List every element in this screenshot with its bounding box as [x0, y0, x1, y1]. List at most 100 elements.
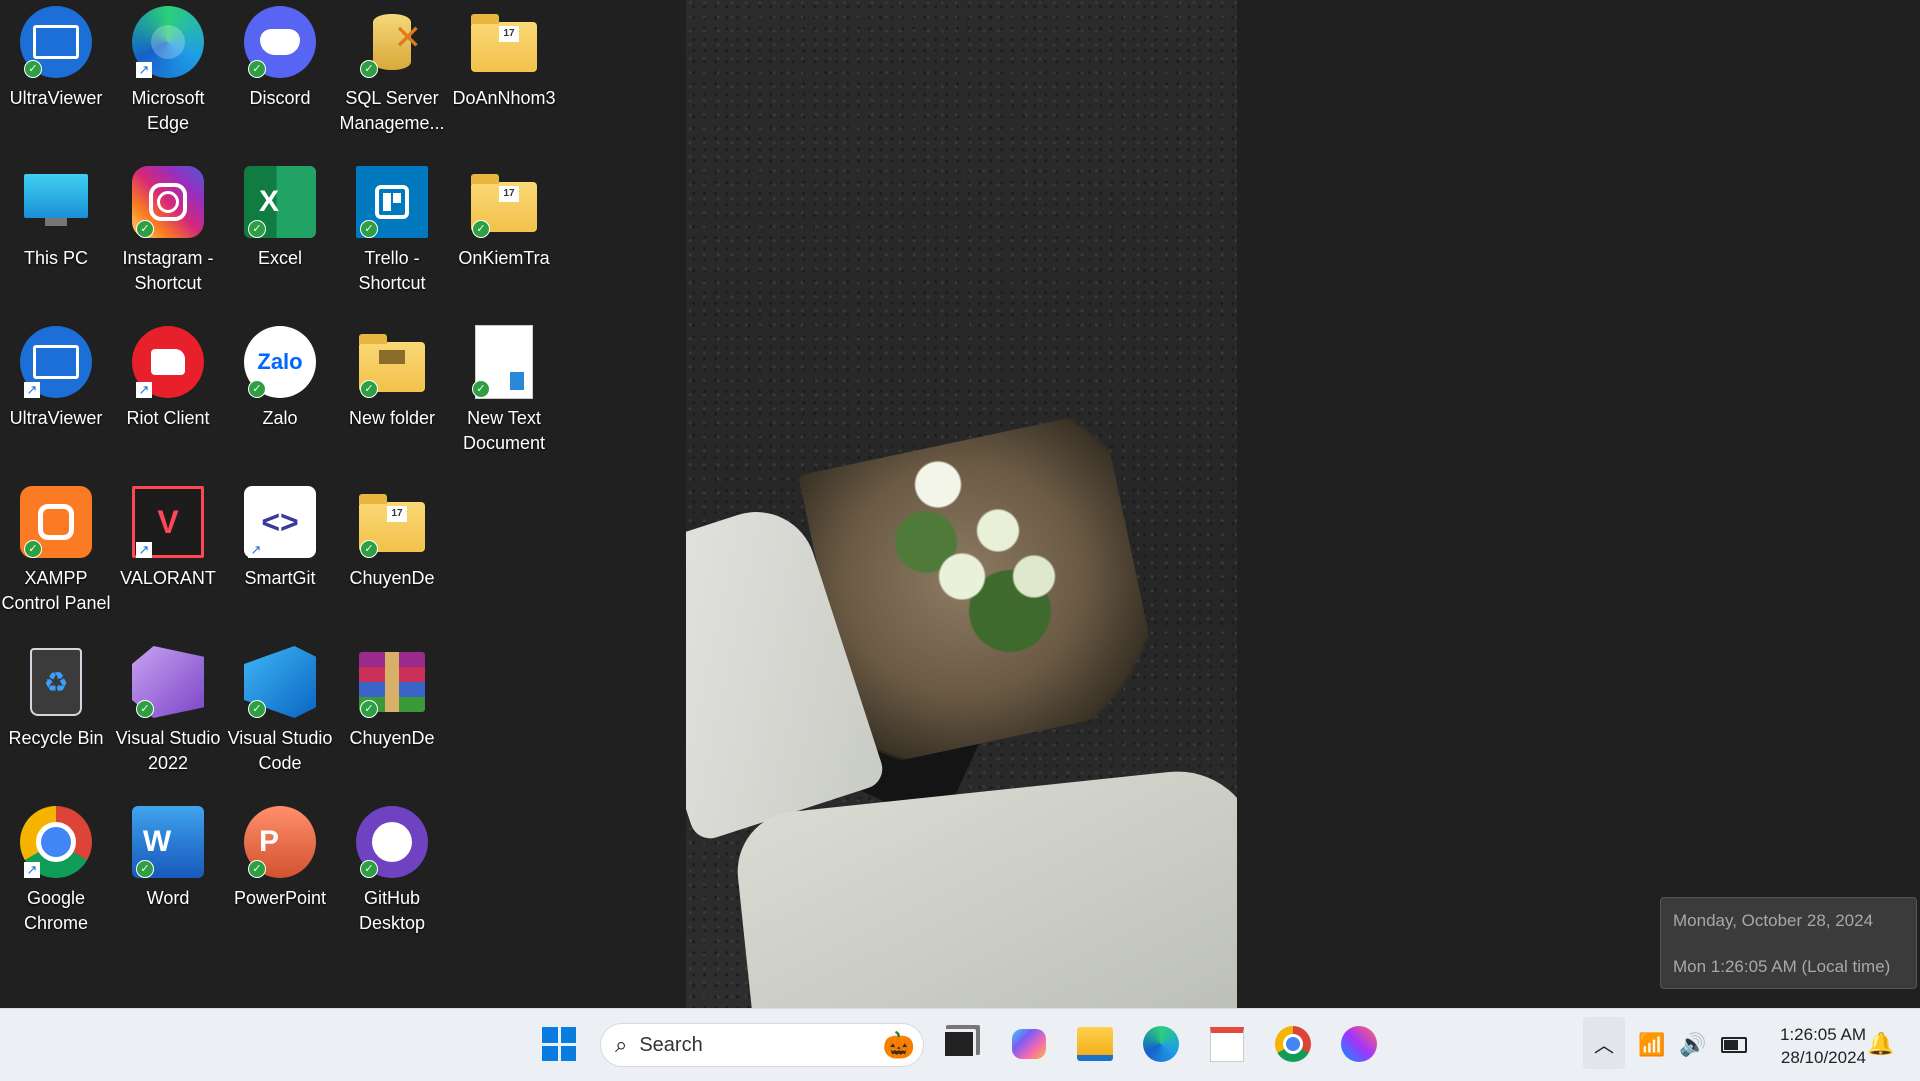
desktop-icon-label: Microsoft Edge [131, 88, 205, 133]
desktop-icon-chuyende-folder[interactable]: 17 ✓ ChuyenDe [336, 480, 448, 591]
store-icon [1210, 1026, 1244, 1062]
desktop-icon-label: Trello - Shortcut [358, 248, 426, 293]
search-placeholder: Search [639, 1033, 703, 1056]
desktop-icon-recycle-bin[interactable]: ♻ Recycle Bin [0, 640, 112, 751]
desktop-icon-discord[interactable]: ✓ Discord [224, 0, 336, 111]
sync-status-icon: ✓ [136, 220, 154, 238]
clock-time: 1:26:05 AM [1779, 1025, 1866, 1044]
tooltip-date: Monday, October 28, 2024 [1673, 911, 1874, 930]
desktop-icon-trello[interactable]: ✓ Trello - Shortcut [336, 160, 448, 296]
edge-taskbar-button[interactable] [1138, 1021, 1184, 1067]
store-button[interactable] [1204, 1021, 1250, 1067]
edge-icon [1143, 1026, 1179, 1062]
desktop-icon-label: ChuyenDe [349, 568, 435, 588]
desktop-icon-label: XAMPP Control Panel [1, 568, 111, 613]
desktop-icon-new-folder[interactable]: ✓ New folder [336, 320, 448, 431]
folder-calendar-badge: 17 [499, 26, 519, 42]
desktop-icon-valorant[interactable]: V ↗ VALORANT [112, 480, 224, 591]
desktop-wallpaper [686, 0, 1237, 1008]
desktop-icon-label: ChuyenDe [349, 728, 435, 748]
taskbar-search-box[interactable]: ⌕ Search 🎃 [600, 1023, 924, 1067]
desktop-icon-chuyende-archive[interactable]: ✓ ChuyenDe [336, 640, 448, 751]
taskbar: ⌕ Search 🎃 ︿ 📶 🔊 1:26:05 AM 28/10/2024 � [0, 1008, 1920, 1081]
desktop-icon-label: SmartGit [244, 568, 316, 588]
desktop-icon-smartgit[interactable]: <> ↗ SmartGit [224, 480, 336, 591]
sync-status-icon: ✓ [360, 60, 378, 78]
desktop-icon-label: SQL Server Manageme... [339, 88, 445, 133]
desktop-icon-vscode[interactable]: ✓ Visual Studio Code [224, 640, 336, 776]
desktop-icon-new-text-document[interactable]: ✓ New Text Document [448, 320, 560, 456]
desktop-icon-label: OnKiemTra [458, 248, 550, 268]
wallpaper-flowers [866, 450, 1106, 680]
sync-status-icon: ✓ [136, 860, 154, 878]
show-hidden-icons-button[interactable]: ︿ [1583, 1017, 1625, 1069]
chrome-taskbar-button[interactable] [1270, 1021, 1316, 1067]
desktop-icon-xampp[interactable]: ✓ XAMPP Control Panel [0, 480, 112, 616]
sync-status-icon: ✓ [360, 860, 378, 878]
tooltip-time: Mon 1:26:05 AM (Local time) [1673, 957, 1891, 976]
desktop-icon-label: Visual Studio Code [227, 728, 333, 773]
start-button[interactable] [536, 1021, 582, 1067]
desktop-icon-label: Riot Client [126, 408, 210, 428]
desktop-icon-label: Zalo [262, 408, 298, 428]
recycle-bin-icon: ♻ [30, 648, 82, 716]
search-highlight-icon: 🎃 [882, 1030, 915, 1060]
copilot-icon [1012, 1029, 1046, 1059]
sync-status-icon: ✓ [248, 380, 266, 398]
messenger-icon [1341, 1026, 1377, 1062]
task-view-button[interactable] [936, 1021, 982, 1067]
sync-status-icon: ✓ [248, 860, 266, 878]
shortcut-arrow-icon: ↗ [136, 542, 152, 558]
file-explorer-icon [1077, 1027, 1113, 1061]
desktop-icon-github-desktop[interactable]: ✓ GitHub Desktop [336, 800, 448, 936]
taskbar-clock[interactable]: 1:26:05 AM 28/10/2024 [1748, 1023, 1866, 1069]
desktop-icon-label: Discord [249, 88, 311, 108]
folder-calendar-badge: 17 [387, 506, 407, 522]
search-icon: ⌕ [615, 1032, 628, 1057]
sync-status-icon: ✓ [136, 700, 154, 718]
shortcut-arrow-icon: ↗ [136, 62, 152, 78]
desktop-icon-onkiemtra[interactable]: 17 ✓ OnKiemTra [448, 160, 560, 271]
desktop-icon-label: This PC [23, 248, 88, 268]
desktop-icon-instagram[interactable]: ✓ Instagram - Shortcut [112, 160, 224, 296]
desktop-icon-label: PowerPoint [233, 888, 327, 908]
sync-status-icon: ✓ [248, 60, 266, 78]
desktop-icon-this-pc[interactable]: This PC [0, 160, 112, 271]
bell-icon: 🔔 [1867, 1031, 1895, 1056]
sync-status-icon: ✓ [472, 380, 490, 398]
desktop-icon-riot-client[interactable]: ↗ Riot Client [112, 320, 224, 431]
desktop-icon-word[interactable]: W ✓ Word [112, 800, 224, 911]
copilot-button[interactable] [1006, 1021, 1052, 1067]
desktop-icon-microsoft-edge[interactable]: ↗ Microsoft Edge [112, 0, 224, 136]
start-icon [542, 1027, 576, 1061]
desktop-icon-powerpoint[interactable]: P ✓ PowerPoint [224, 800, 336, 911]
desktop-icon-label: VALORANT [120, 568, 216, 588]
sync-status-icon: ✓ [472, 220, 490, 238]
desktop-icon-excel[interactable]: X ✓ Excel [224, 160, 336, 271]
shortcut-arrow-icon: ↗ [248, 542, 264, 558]
sync-status-icon: ✓ [24, 60, 42, 78]
desktop-icon-label: Visual Studio 2022 [115, 728, 221, 773]
sync-status-icon: ✓ [360, 220, 378, 238]
sync-status-icon: ✓ [248, 700, 266, 718]
messenger-button[interactable] [1336, 1021, 1382, 1067]
desktop-icon-zalo[interactable]: Zalo ✓ Zalo [224, 320, 336, 431]
sync-status-icon: ✓ [360, 540, 378, 558]
file-explorer-button[interactable] [1072, 1021, 1118, 1067]
sync-status-icon: ✓ [248, 220, 266, 238]
desktop-icon-visual-studio[interactable]: ✓ Visual Studio 2022 [112, 640, 224, 776]
clock-tooltip: Monday, October 28, 2024 Mon 1:26:05 AM … [1660, 897, 1917, 989]
desktop-icon-sql-server[interactable]: ✕ ✓ SQL Server Manageme... [336, 0, 448, 136]
shortcut-arrow-icon: ↗ [24, 382, 40, 398]
notifications-button[interactable]: 🔔 [1858, 1021, 1904, 1067]
system-tray[interactable]: 📶 🔊 [1638, 1009, 1747, 1081]
shortcut-arrow-icon: ↗ [24, 862, 40, 878]
desktop-icon-label: New Text Document [462, 408, 546, 453]
desktop-icon-label: DoAnNhom3 [452, 88, 556, 108]
desktop-icon-ultraviewer-shortcut[interactable]: ↗ UltraViewer [0, 320, 112, 431]
sync-status-icon: ✓ [360, 380, 378, 398]
desktop-icon-ultraviewer[interactable]: ✓ UltraViewer [0, 0, 112, 111]
desktop-icon-doannhom3[interactable]: 17 DoAnNhom3 [448, 0, 560, 111]
sync-status-icon: ✓ [24, 540, 42, 558]
desktop-icon-google-chrome[interactable]: ↗ Google Chrome [0, 800, 112, 936]
